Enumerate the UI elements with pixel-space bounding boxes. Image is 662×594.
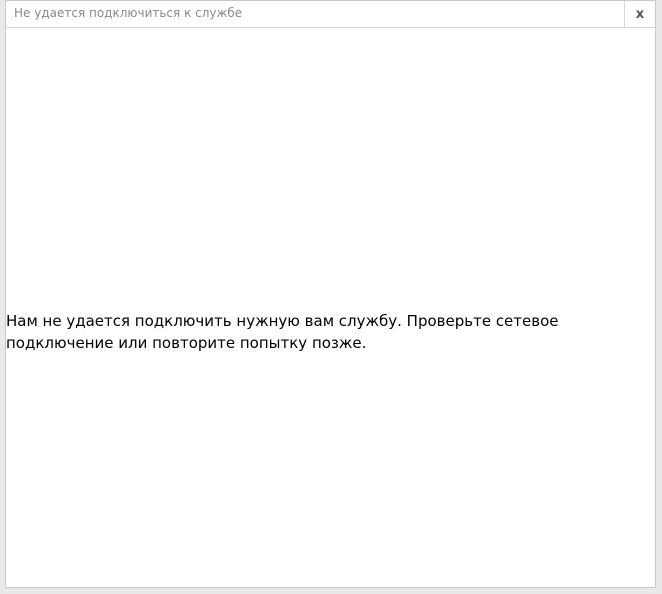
window-title: Не удается подключиться к службе xyxy=(14,6,243,20)
close-button[interactable]: x xyxy=(624,1,655,27)
close-icon: x xyxy=(635,6,645,22)
dialog-content xyxy=(6,28,655,587)
error-message: Нам не удается подключить нужную вам слу… xyxy=(6,312,559,352)
title-bar: Не удается подключиться к службе x xyxy=(6,1,655,28)
error-dialog-window: Не удается подключиться к службе x xyxy=(5,0,656,588)
